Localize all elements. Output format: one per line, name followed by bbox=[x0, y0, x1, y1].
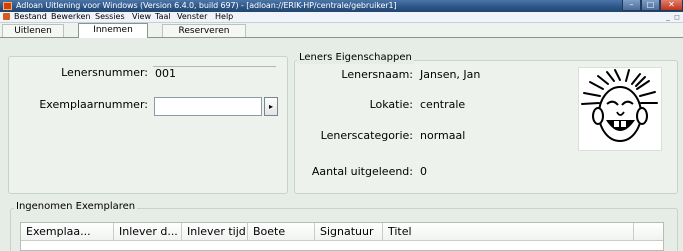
mdi-minimize-button[interactable]: _ bbox=[664, 13, 672, 21]
menu-bestand[interactable]: Bestand bbox=[13, 12, 48, 22]
window-title: Adloan Uitlening voor Windows (Version 6… bbox=[16, 1, 397, 10]
mdi-restore-button[interactable]: ◻ bbox=[673, 13, 681, 21]
lenersnaam-label: Lenersnaam: bbox=[341, 68, 413, 81]
lenerscategorie-value: normaal bbox=[420, 129, 466, 142]
tab-uitlenen[interactable]: Uitlenen bbox=[2, 24, 64, 37]
tab-reserveren[interactable]: Reserveren bbox=[162, 24, 246, 37]
lokatie-value: centrale bbox=[420, 98, 466, 111]
app-icon bbox=[3, 2, 12, 10]
column-header-titel[interactable]: Titel bbox=[383, 223, 634, 240]
maximize-button[interactable]: □ bbox=[641, 0, 660, 11]
cartoon-face-image bbox=[581, 69, 658, 142]
lenersnaam-value: Jansen, Jan bbox=[420, 68, 481, 81]
exemplaarnummer-input[interactable] bbox=[154, 97, 262, 116]
menu-bewerken[interactable]: Bewerken bbox=[50, 12, 92, 22]
menu-taal[interactable]: Taal bbox=[154, 12, 172, 22]
borrower-photo bbox=[578, 67, 662, 151]
menu-view[interactable]: View bbox=[131, 12, 152, 22]
menu-bar: Bestand Bewerken Sessies View Taal Venst… bbox=[0, 12, 683, 23]
aantal-uitgeleend-value: 0 bbox=[420, 165, 427, 178]
menu-help[interactable]: Help bbox=[214, 12, 234, 22]
lenerscategorie-label: Lenerscategorie: bbox=[320, 129, 413, 142]
exemplaar-browse-button[interactable]: ▸ bbox=[264, 97, 278, 116]
menu-venster[interactable]: Venster bbox=[176, 12, 208, 22]
menu-sessies[interactable]: Sessies bbox=[94, 12, 126, 22]
column-header-exemplaar[interactable]: Exemplaa... bbox=[21, 223, 114, 240]
ingenomen-group-title-overlay: Ingenomen Exemplaren bbox=[14, 201, 138, 213]
column-header-signatuur[interactable]: Signatuur bbox=[315, 223, 383, 240]
lokatie-label: Lokatie: bbox=[369, 98, 413, 111]
tab-innemen[interactable]: Innemen bbox=[78, 23, 148, 38]
aantal-uitgeleend-label: Aantal uitgeleend: bbox=[311, 165, 413, 178]
title-bar[interactable]: Adloan Uitlening voor Windows (Version 6… bbox=[0, 0, 683, 12]
tab-bar: Uitlenen Innemen Reserveren bbox=[0, 23, 683, 38]
close-button[interactable]: ✕ bbox=[660, 0, 683, 11]
lenersnummer-value: 001 bbox=[155, 67, 176, 80]
exemplaarnummer-label: Exemplaarnummer: bbox=[39, 98, 148, 111]
document-icon[interactable] bbox=[3, 13, 10, 20]
lenersnummer-label: Lenersnummer: bbox=[61, 66, 148, 79]
column-header-inlever-datum[interactable]: Inlever d... bbox=[114, 223, 182, 240]
column-header-inlever-tijd[interactable]: Inlever tijd bbox=[182, 223, 248, 240]
lenersnummer-field-line bbox=[153, 66, 276, 67]
ingenomen-table[interactable]: Exemplaa... Inlever d... Inlever tijd Bo… bbox=[20, 222, 664, 251]
leners-group-title: Leners Eigenschappen bbox=[297, 52, 414, 64]
minimize-button[interactable]: – bbox=[622, 0, 641, 11]
column-header-boete[interactable]: Boete bbox=[248, 223, 315, 240]
